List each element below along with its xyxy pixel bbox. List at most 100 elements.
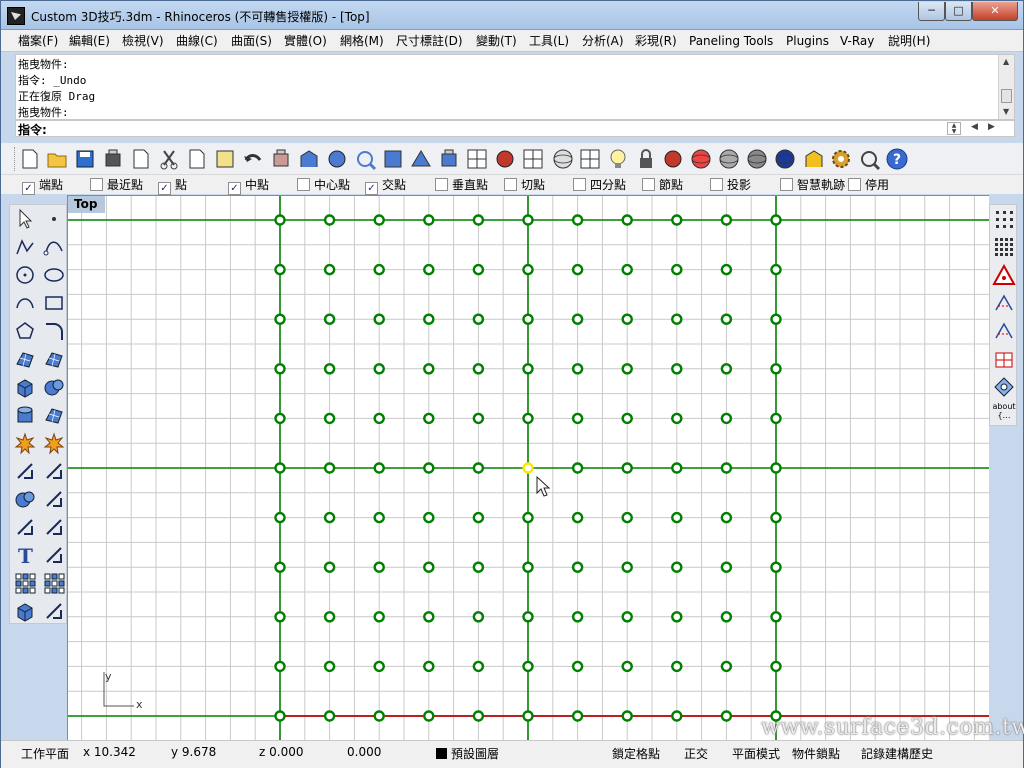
rotate-view-icon[interactable] — [300, 150, 318, 167]
surface-icon[interactable] — [16, 352, 34, 368]
grid-point[interactable] — [522, 263, 534, 276]
move-icon[interactable] — [17, 463, 33, 479]
status-osnap[interactable]: 物件鎖點 — [792, 745, 840, 762]
solid-tools-icon[interactable] — [17, 603, 33, 622]
curve-from-object-icon[interactable] — [17, 519, 33, 535]
dense-grid-icon[interactable] — [995, 238, 1013, 256]
grid-point[interactable] — [621, 611, 633, 623]
maximize-button[interactable]: □ — [945, 2, 972, 21]
close-button[interactable]: ✕ — [972, 2, 1018, 21]
viewport-canvas[interactable]: yx — [68, 196, 989, 740]
grid-point[interactable] — [571, 660, 584, 673]
grid-point[interactable] — [621, 313, 633, 325]
grid-point[interactable] — [274, 263, 286, 276]
grid-point[interactable] — [770, 363, 782, 375]
grid-point[interactable] — [720, 710, 733, 722]
grid-point[interactable] — [472, 611, 485, 623]
point-icon[interactable] — [52, 217, 56, 221]
osnap-checkbox[interactable] — [435, 178, 448, 191]
osnap-checkbox[interactable] — [780, 178, 793, 191]
grid-point[interactable] — [472, 363, 485, 375]
osnap-checkbox[interactable] — [90, 178, 103, 191]
grid-point[interactable] — [472, 412, 485, 425]
grid-point[interactable] — [621, 214, 633, 226]
grid-point[interactable] — [522, 611, 534, 623]
scroll-up-icon[interactable]: ▲ — [1003, 57, 1009, 66]
split-icon[interactable] — [43, 432, 65, 455]
grid-point[interactable] — [323, 263, 336, 276]
osnap-checkbox[interactable]: ✓ — [365, 182, 378, 195]
wireframe-sphere-icon[interactable] — [719, 149, 739, 169]
grid-point[interactable] — [770, 660, 782, 673]
osnap-checkbox[interactable]: ✓ — [22, 182, 35, 195]
grid-point[interactable] — [720, 214, 733, 226]
grid-snap-icon[interactable] — [523, 149, 543, 169]
menu-analyze[interactable]: 分析(A) — [581, 32, 625, 50]
osnap-checkbox[interactable]: ✓ — [158, 182, 171, 195]
grid-point[interactable] — [522, 511, 534, 524]
grid-point[interactable] — [770, 561, 782, 573]
grid-point[interactable] — [571, 313, 584, 325]
grid-point[interactable] — [472, 313, 485, 325]
osnap-10[interactable]: 投影 — [710, 177, 751, 193]
grid-point[interactable] — [373, 412, 385, 425]
chevron-right-icon[interactable]: ▶ — [988, 122, 995, 132]
grid-point[interactable] — [274, 214, 286, 226]
grid-point[interactable] — [770, 462, 782, 474]
grid-point[interactable] — [323, 412, 336, 425]
fillet-icon[interactable] — [46, 323, 63, 340]
grid-point[interactable] — [373, 214, 385, 226]
osnap-checkbox[interactable]: ✓ — [228, 182, 241, 195]
save-icon[interactable] — [76, 150, 94, 168]
select-arrow-icon[interactable] — [19, 208, 33, 229]
car-icon[interactable] — [496, 150, 514, 168]
command-line[interactable]: 指令: ▲ ▼ ◀ ▶ — [15, 120, 1015, 137]
grid-point[interactable] — [472, 462, 485, 474]
scroll-thumb[interactable] — [1001, 89, 1012, 103]
chevron-left-icon[interactable]: ◀ — [971, 122, 978, 132]
grid-point[interactable] — [472, 710, 485, 722]
grid-point[interactable] — [423, 511, 435, 524]
lock-icon[interactable] — [640, 149, 652, 168]
grid-point[interactable] — [621, 710, 633, 722]
osnap-checkbox[interactable] — [297, 178, 310, 191]
grid-point[interactable] — [720, 462, 733, 474]
grid-point[interactable] — [323, 660, 336, 673]
menu-file[interactable]: 檔案(F) — [17, 32, 59, 50]
loft-icon[interactable] — [45, 352, 63, 368]
menu-mesh[interactable]: 網格(M) — [339, 32, 385, 50]
grid-point[interactable] — [472, 214, 485, 226]
menu-edit[interactable]: 編輯(E) — [68, 32, 111, 50]
grid-point[interactable] — [423, 611, 435, 623]
selected-point[interactable] — [522, 462, 534, 474]
menu-view[interactable]: 檢視(V) — [121, 32, 165, 50]
grid-point[interactable] — [770, 263, 782, 276]
grid-point[interactable] — [423, 462, 435, 474]
status-grid-snap[interactable]: 鎖定格點 — [612, 745, 660, 762]
grid-point[interactable] — [423, 710, 435, 722]
explode-icon[interactable] — [14, 432, 36, 455]
status-cplane[interactable]: 工作平面 — [21, 745, 69, 762]
osnap-8[interactable]: 四分點 — [573, 177, 626, 193]
about-label[interactable]: about {… — [992, 402, 1016, 420]
polygon-icon[interactable] — [16, 322, 34, 339]
grid-point[interactable] — [571, 561, 584, 573]
extrude-icon[interactable] — [45, 408, 63, 424]
target-icon[interactable] — [553, 149, 573, 169]
analysis-icon[interactable] — [995, 294, 1013, 311]
menu-solid[interactable]: 實體(O) — [283, 32, 328, 50]
grid-point[interactable] — [472, 660, 485, 673]
grid-point[interactable] — [571, 611, 584, 623]
osnap-7[interactable]: 切點 — [504, 177, 545, 193]
rectangle-icon[interactable] — [45, 296, 63, 310]
grid-point[interactable] — [423, 412, 435, 425]
menu-paneling-tools[interactable]: Paneling Tools — [688, 32, 774, 50]
grid-point[interactable] — [274, 660, 286, 673]
title-bar[interactable]: Custom 3D技巧.3dm - Rhinoceros (不可轉售授權版) -… — [1, 1, 1023, 30]
osnap-4[interactable]: 中心點 — [297, 177, 350, 193]
status-planar[interactable]: 平面模式 — [732, 745, 780, 762]
grid-point[interactable] — [373, 462, 385, 474]
polyline-icon[interactable] — [16, 239, 34, 255]
grid-point[interactable] — [323, 611, 336, 623]
menu-help[interactable]: 說明(H) — [887, 32, 931, 50]
